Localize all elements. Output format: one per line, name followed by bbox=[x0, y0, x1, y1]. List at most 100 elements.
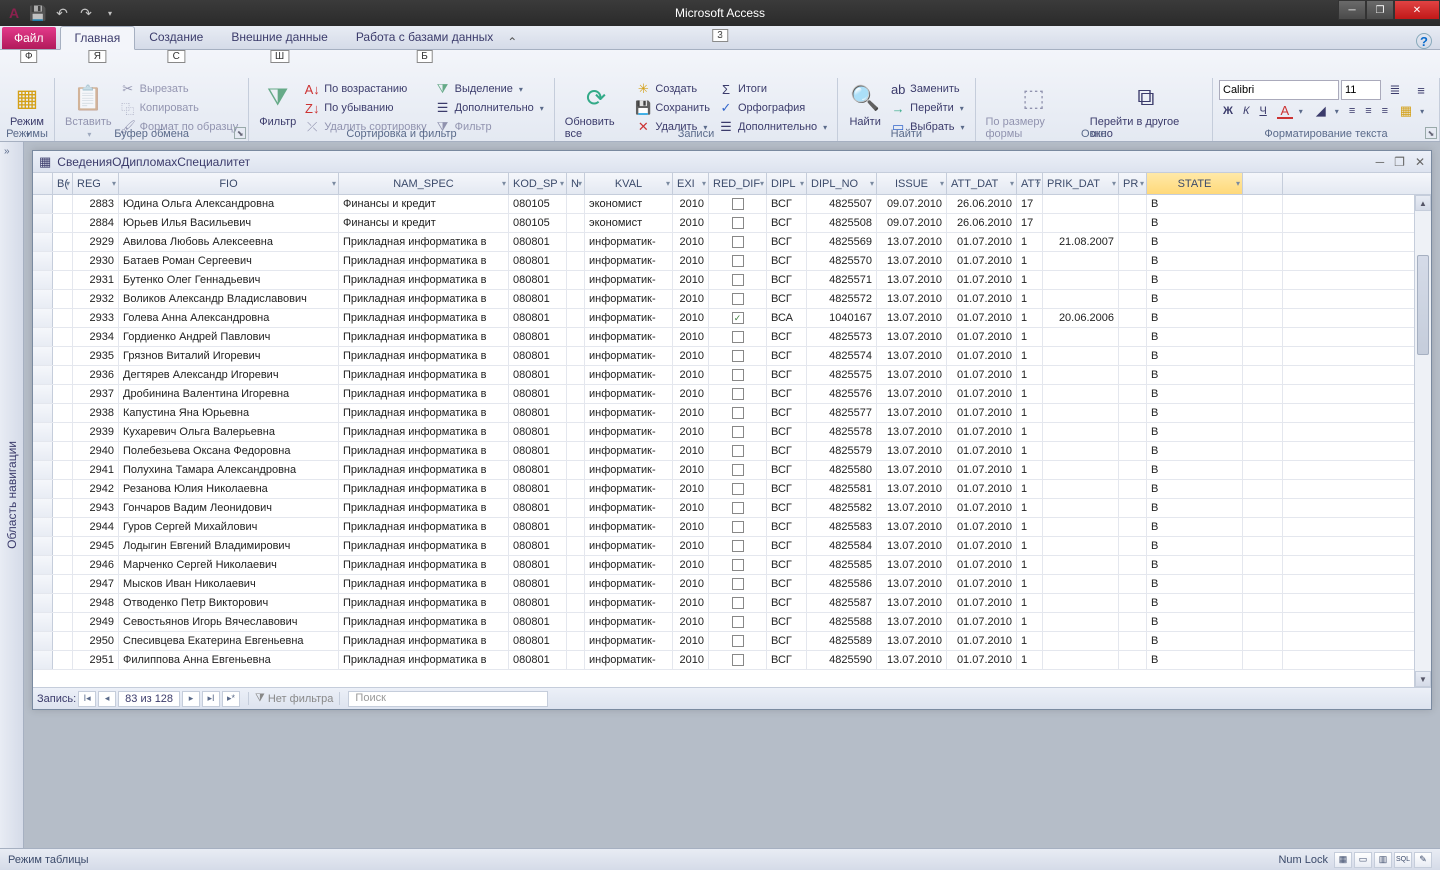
cut-button[interactable]: ✂Вырезать bbox=[116, 80, 243, 98]
row-selector[interactable] bbox=[33, 613, 53, 631]
row-selector[interactable] bbox=[33, 271, 53, 289]
checkbox-icon[interactable] bbox=[732, 483, 744, 495]
new-record-nav-button[interactable]: ▸* bbox=[222, 691, 240, 707]
text-formatting-launcher[interactable]: ⬊ bbox=[1425, 127, 1437, 139]
align-right-button[interactable]: ≡ bbox=[1378, 102, 1392, 120]
col-att-dat[interactable]: ATT_DAT▾ bbox=[947, 173, 1017, 194]
checkbox-icon[interactable] bbox=[732, 293, 744, 305]
row-selector[interactable] bbox=[33, 461, 53, 479]
table-row[interactable]: 2940Полебезьева Оксана ФедоровнаПрикладн… bbox=[33, 442, 1431, 461]
tab-Главная[interactable]: ГлавнаяЯ bbox=[60, 26, 136, 50]
row-selector[interactable] bbox=[33, 537, 53, 555]
col-fio[interactable]: FIO▾ bbox=[119, 173, 339, 194]
gridlines-button[interactable]: ▦ bbox=[1394, 102, 1428, 120]
col-red-dif[interactable]: RED_DIF▾ bbox=[709, 173, 767, 194]
col-nam-spec[interactable]: NAM_SPEC▾ bbox=[339, 173, 509, 194]
col-kod-sp[interactable]: KOD_SP▾ bbox=[509, 173, 567, 194]
checkbox-icon[interactable] bbox=[732, 236, 744, 248]
record-search-box[interactable]: Поиск bbox=[348, 691, 548, 707]
checkbox-icon[interactable] bbox=[732, 559, 744, 571]
totals-button[interactable]: ΣИтоги bbox=[714, 80, 831, 98]
align-left-button[interactable]: ≡ bbox=[1345, 102, 1359, 120]
fill-color-button[interactable]: ◢ bbox=[1309, 102, 1343, 120]
checkbox-icon[interactable] bbox=[732, 255, 744, 267]
table-row[interactable]: 2944Гуров Сергей МихайловичПрикладная ин… bbox=[33, 518, 1431, 537]
nav-expand-icon[interactable]: » bbox=[4, 146, 10, 157]
table-row[interactable]: 2930Батаев Роман СергеевичПрикладная инф… bbox=[33, 252, 1431, 271]
qat-customize-icon[interactable]: ▾ bbox=[100, 3, 120, 23]
table-row[interactable]: 2939Кухаревич Ольга ВалерьевнаПрикладная… bbox=[33, 423, 1431, 442]
col-n[interactable]: N▾ bbox=[567, 173, 585, 194]
checkbox-icon[interactable] bbox=[732, 540, 744, 552]
scroll-thumb[interactable] bbox=[1417, 255, 1429, 355]
file-tab[interactable]: Файл Ф bbox=[2, 27, 56, 49]
maximize-button[interactable]: ❐ bbox=[1366, 0, 1394, 20]
col-state[interactable]: STATE▾ bbox=[1147, 173, 1243, 194]
checkbox-icon[interactable] bbox=[732, 445, 744, 457]
row-selector[interactable] bbox=[33, 499, 53, 517]
checkbox-icon[interactable] bbox=[732, 274, 744, 286]
table-row[interactable]: 2947Мысков Иван НиколаевичПрикладная инф… bbox=[33, 575, 1431, 594]
col-dipl-no[interactable]: DIPL_NO▾ bbox=[807, 173, 877, 194]
checkbox-icon[interactable] bbox=[732, 464, 744, 476]
table-row[interactable]: 2942Резанова Юлия НиколаевнаПрикладная и… bbox=[33, 480, 1431, 499]
scroll-down-button[interactable]: ▼ bbox=[1415, 671, 1431, 687]
checkbox-icon[interactable] bbox=[732, 654, 744, 666]
minimize-ribbon-icon[interactable]: ⌃ bbox=[507, 35, 517, 49]
col-pr[interactable]: PR▾ bbox=[1119, 173, 1147, 194]
spelling-button[interactable]: ✓Орфография bbox=[714, 99, 831, 117]
checkbox-icon[interactable] bbox=[732, 635, 744, 647]
col-issue[interactable]: ISSUE▾ bbox=[877, 173, 947, 194]
doc-minimize-icon[interactable]: ─ bbox=[1376, 155, 1385, 169]
checkbox-icon[interactable] bbox=[732, 502, 744, 514]
col-bc[interactable]: B(▾ bbox=[53, 173, 73, 194]
sql-view-shortcut[interactable]: SQL bbox=[1394, 852, 1412, 868]
last-record-button[interactable]: ▸I bbox=[202, 691, 220, 707]
font-color-button[interactable]: A bbox=[1273, 102, 1307, 120]
tab-Внешние данные[interactable]: Внешние данныеШ bbox=[217, 26, 342, 49]
row-selector[interactable] bbox=[33, 442, 53, 460]
filter-button[interactable]: ⧩ Фильтр bbox=[255, 80, 300, 130]
table-row[interactable]: 2936Дегтярев Александр ИгоревичПрикладна… bbox=[33, 366, 1431, 385]
row-selector[interactable] bbox=[33, 290, 53, 308]
prev-record-button[interactable]: ◂ bbox=[98, 691, 116, 707]
col-exi[interactable]: EXI▾ bbox=[673, 173, 709, 194]
datasheet-body[interactable]: 2883Юдина Ольга АлександровнаФинансы и к… bbox=[33, 195, 1431, 687]
table-row[interactable]: 2883Юдина Ольга АлександровнаФинансы и к… bbox=[33, 195, 1431, 214]
sort-desc-button[interactable]: Z↓По убыванию bbox=[300, 99, 430, 117]
tab-Работа с базами данных[interactable]: Работа с базами данныхБ bbox=[342, 26, 507, 49]
tab-Создание[interactable]: СозданиеС bbox=[135, 26, 217, 49]
table-row[interactable]: 2949Севостьянов Игорь ВячеславовичПрикла… bbox=[33, 613, 1431, 632]
col-kval[interactable]: KVAL▾ bbox=[585, 173, 673, 194]
checkbox-icon[interactable] bbox=[732, 369, 744, 381]
row-selector[interactable] bbox=[33, 404, 53, 422]
font-name-combo[interactable] bbox=[1219, 80, 1339, 100]
row-selector[interactable] bbox=[33, 309, 53, 327]
minimize-button[interactable]: ─ bbox=[1338, 0, 1366, 20]
table-row[interactable]: 2929Авилова Любовь АлексеевнаПрикладная … bbox=[33, 233, 1431, 252]
italic-button[interactable]: К bbox=[1239, 102, 1253, 120]
find-button[interactable]: 🔍 Найти bbox=[844, 80, 886, 130]
redo-icon[interactable]: ↷3 bbox=[76, 3, 96, 23]
row-selector[interactable] bbox=[33, 252, 53, 270]
bullets-button[interactable]: ≣ bbox=[1383, 81, 1407, 99]
doc-close-icon[interactable]: ✕ bbox=[1415, 155, 1425, 169]
filter-indicator[interactable]: ⧩Нет фильтра bbox=[248, 692, 340, 705]
table-row[interactable]: 2938Капустина Яна ЮрьевнаПрикладная инфо… bbox=[33, 404, 1431, 423]
row-selector[interactable] bbox=[33, 651, 53, 669]
table-row[interactable]: 2943Гончаров Вадим ЛеонидовичПрикладная … bbox=[33, 499, 1431, 518]
checkbox-icon[interactable] bbox=[732, 407, 744, 419]
checkbox-icon[interactable] bbox=[732, 198, 744, 210]
advanced-filter-button[interactable]: ☰Дополнительно bbox=[431, 99, 548, 117]
table-row[interactable]: 2948Отводенко Петр ВикторовичПрикладная … bbox=[33, 594, 1431, 613]
row-selector[interactable] bbox=[33, 385, 53, 403]
doc-maximize-icon[interactable]: ❐ bbox=[1394, 155, 1405, 169]
checkbox-icon[interactable] bbox=[732, 426, 744, 438]
checkbox-icon[interactable]: ✓ bbox=[732, 312, 744, 324]
col-att[interactable]: ATT▾ bbox=[1017, 173, 1043, 194]
table-row[interactable]: 2884Юрьев Илья ВасильевичФинансы и креди… bbox=[33, 214, 1431, 233]
row-selector[interactable] bbox=[33, 556, 53, 574]
access-app-icon[interactable]: A bbox=[4, 3, 24, 23]
table-row[interactable]: 2950Спесивцева Екатерина ЕвгеньевнаПрикл… bbox=[33, 632, 1431, 651]
table-row[interactable]: 2951Филиппова Анна ЕвгеньевнаПрикладная … bbox=[33, 651, 1431, 670]
